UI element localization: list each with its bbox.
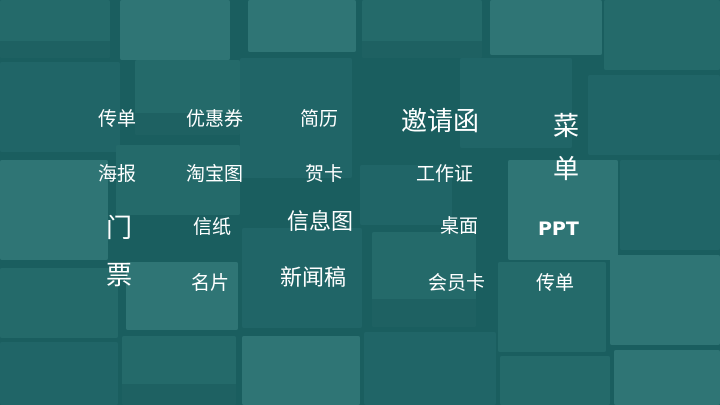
category-business-card[interactable]: 名片 <box>191 274 229 293</box>
category-ppt[interactable]: PPT <box>538 220 579 239</box>
category-infographic[interactable]: 信息图 <box>287 212 353 234</box>
category-letter-paper[interactable]: 信纸 <box>193 218 231 237</box>
category-taobao-image[interactable]: 淘宝图 <box>186 165 243 184</box>
category-poster[interactable]: 海报 <box>98 165 136 184</box>
category-invitation[interactable]: 邀请函 <box>401 109 479 135</box>
category-coupon[interactable]: 优惠券 <box>186 110 243 129</box>
category-menu-bottom[interactable]: 单 <box>553 157 579 183</box>
category-greeting-card[interactable]: 贺卡 <box>305 165 343 184</box>
category-leaflet-2[interactable]: 传单 <box>536 274 574 293</box>
category-desktop[interactable]: 桌面 <box>440 217 478 236</box>
category-work-badge[interactable]: 工作证 <box>416 165 473 184</box>
category-leaflet[interactable]: 传单 <box>98 110 136 129</box>
category-member-card[interactable]: 会员卡 <box>428 274 485 293</box>
category-press-release[interactable]: 新闻稿 <box>280 268 346 290</box>
teal-overlay <box>0 0 720 405</box>
category-resume[interactable]: 简历 <box>300 110 338 129</box>
category-menu-top[interactable]: 菜 <box>553 114 579 140</box>
category-ticket-bottom[interactable]: 票 <box>106 263 132 289</box>
category-ticket-top[interactable]: 门 <box>106 216 132 242</box>
